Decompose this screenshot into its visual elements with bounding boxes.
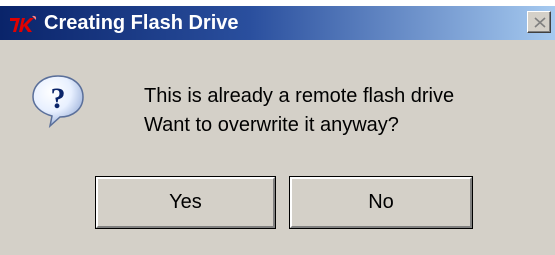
dialog-window: Creating Flash Drive ? This is already a… xyxy=(0,0,555,255)
close-icon xyxy=(534,17,546,28)
dialog-message: This is already a remote flash drive Wan… xyxy=(144,82,454,140)
question-icon: ? xyxy=(30,72,86,129)
close-button[interactable] xyxy=(527,11,551,33)
title-bar[interactable]: Creating Flash Drive xyxy=(0,6,555,40)
message-line-2: Want to overwrite it anyway? xyxy=(144,114,399,136)
yes-button[interactable]: Yes xyxy=(95,176,276,229)
window-title: Creating Flash Drive xyxy=(44,12,239,34)
no-button[interactable]: No xyxy=(289,176,473,229)
no-button-label: No xyxy=(368,191,394,213)
yes-button-label: Yes xyxy=(169,191,202,213)
message-line-1: This is already a remote flash drive xyxy=(144,85,455,107)
tk-feather-icon xyxy=(8,14,38,36)
svg-text:?: ? xyxy=(51,82,66,115)
